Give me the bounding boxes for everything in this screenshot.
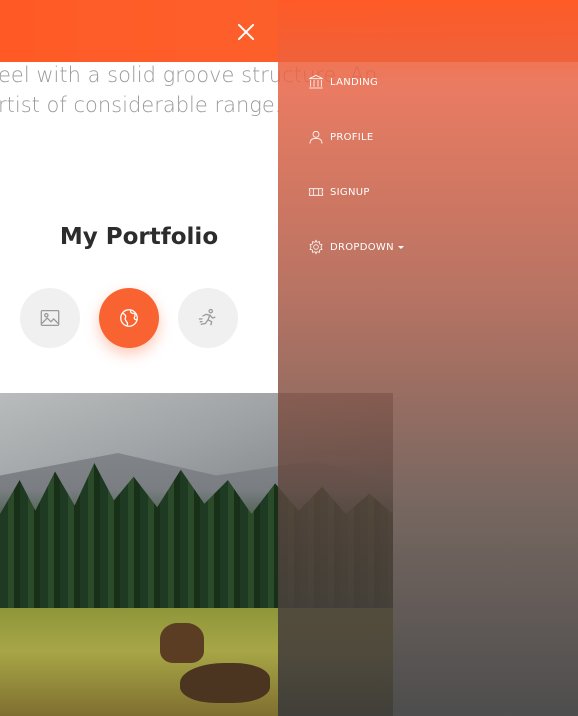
- ticket-icon: [308, 188, 324, 196]
- nav-label: PROFILE: [330, 131, 374, 143]
- deer-figure: [160, 623, 204, 663]
- running-icon: [198, 308, 216, 326]
- settings-icon: [309, 239, 323, 255]
- nav-item-dropdown[interactable]: DROPDOWN: [308, 235, 404, 259]
- close-icon[interactable]: [234, 20, 258, 44]
- sidebar-menu: LANDING PROFILE SIGNUP DROPDOWN: [278, 0, 578, 716]
- nav-item-landing[interactable]: LANDING: [308, 70, 378, 94]
- user-icon: [309, 130, 323, 144]
- tab-activity[interactable]: [178, 288, 238, 348]
- image-icon: [40, 310, 60, 326]
- tab-world[interactable]: [99, 288, 159, 348]
- bank-icon: [309, 74, 323, 89]
- deer-figure: [180, 663, 270, 703]
- nav-item-signup[interactable]: SIGNUP: [308, 180, 370, 204]
- chevron-down-icon: [397, 245, 404, 249]
- nav-label: LANDING: [330, 76, 379, 88]
- nav-item-profile[interactable]: PROFILE: [308, 125, 374, 149]
- nav-label: DROPDOWN: [330, 241, 394, 253]
- tab-images[interactable]: [20, 288, 80, 348]
- nav-label: SIGNUP: [330, 186, 370, 198]
- portfolio-title: My Portfolio: [59, 224, 219, 250]
- world-icon: [120, 309, 138, 327]
